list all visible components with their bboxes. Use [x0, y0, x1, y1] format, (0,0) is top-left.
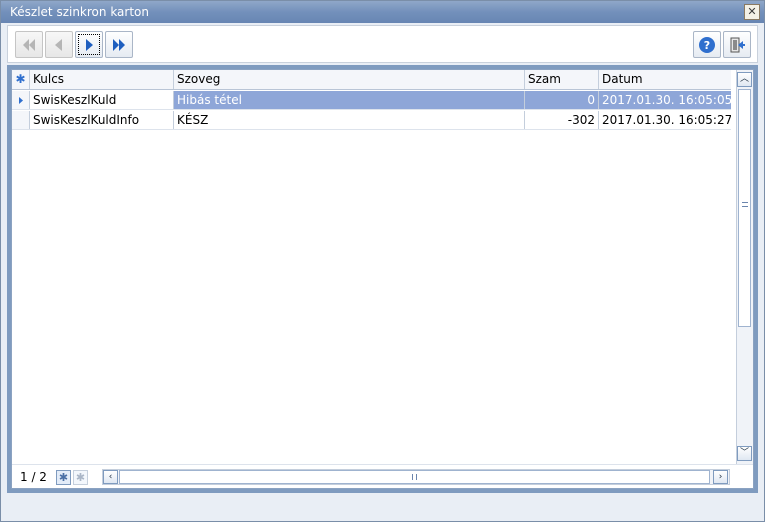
grid-header: ✱ Kulcs Szoveg Szam Datum — [12, 70, 731, 90]
vertical-scroll-thumb[interactable] — [738, 89, 751, 327]
next-record-button[interactable] — [75, 31, 103, 58]
grip-icon — [742, 202, 748, 207]
first-record-button[interactable] — [15, 31, 43, 58]
help-icon: ? — [699, 36, 715, 53]
grid-frame: ✱ Kulcs Szoveg Szam Datum SwisKeszlKuld … — [7, 65, 758, 493]
toolbar: ? — [7, 25, 758, 63]
table-row[interactable]: SwisKeszlKuldInfo KÉSZ -302 2017.01.30. … — [12, 111, 731, 130]
scroll-up-button[interactable]: ︿ — [737, 72, 752, 87]
window-title: Készlet szinkron karton — [10, 5, 149, 19]
horizontal-scrollbar[interactable]: ‹ › — [102, 469, 730, 485]
chevron-right-icon: › — [718, 472, 723, 482]
last-record-icon — [113, 38, 125, 51]
previous-record-button[interactable] — [45, 31, 73, 58]
column-header-datum[interactable]: Datum — [599, 70, 731, 89]
new-record-button[interactable]: ✱ — [56, 470, 71, 485]
cell-szoveg[interactable]: KÉSZ — [174, 111, 525, 129]
last-record-button[interactable] — [105, 31, 133, 58]
cell-datum[interactable]: 2017.01.30. 16:05:27 — [599, 111, 731, 129]
title-bar: Készlet szinkron karton — [1, 1, 764, 23]
column-header-szam[interactable]: Szam — [525, 70, 599, 89]
asterisk-icon: ✱ — [58, 471, 69, 484]
close-icon: ✕ — [747, 5, 757, 18]
svg-text:?: ? — [704, 39, 710, 52]
close-button[interactable]: ✕ — [744, 4, 760, 20]
select-all-icon[interactable]: ✱ — [12, 70, 30, 89]
scroll-down-button[interactable]: ﹀ — [737, 446, 752, 461]
cell-kulcs[interactable]: SwisKeszlKuldInfo — [30, 111, 174, 129]
column-header-kulcs[interactable]: Kulcs — [30, 70, 174, 89]
exit-icon — [730, 37, 745, 52]
help-button[interactable]: ? — [693, 31, 721, 58]
grid-footer: 1 / 2 ✱ ✱ ‹ › — [12, 464, 753, 488]
grip-icon — [412, 474, 417, 480]
cell-datum[interactable]: 2017.01.30. 16:05:05 — [599, 91, 731, 109]
cell-szam[interactable]: -302 — [525, 111, 599, 129]
scroll-left-button[interactable]: ‹ — [103, 470, 118, 484]
asterisk-icon: ✱ — [75, 471, 86, 484]
new-record-alt-button[interactable]: ✱ — [73, 470, 88, 485]
data-grid: ✱ Kulcs Szoveg Szam Datum SwisKeszlKuld … — [11, 69, 754, 489]
scroll-right-button[interactable]: › — [713, 470, 728, 484]
horizontal-scroll-thumb[interactable] — [119, 470, 710, 484]
first-record-icon — [23, 38, 35, 51]
chevron-down-icon: ﹀ — [739, 448, 749, 458]
previous-record-icon — [55, 38, 62, 51]
cell-szoveg[interactable]: Hibás tétel — [174, 91, 525, 109]
next-record-icon — [86, 38, 93, 51]
row-indicator — [12, 91, 30, 109]
chevron-up-icon: ︿ — [739, 74, 749, 84]
vertical-scrollbar[interactable]: ︿ ﹀ — [736, 70, 753, 464]
app-window: Készlet szinkron karton ✕ ? ✱ Kulcs Szov… — [0, 0, 765, 522]
exit-button[interactable] — [723, 31, 751, 58]
cell-kulcs[interactable]: SwisKeszlKuld — [30, 91, 174, 109]
cell-szam[interactable]: 0 — [525, 91, 599, 109]
table-row[interactable]: SwisKeszlKuld Hibás tétel 0 2017.01.30. … — [12, 91, 731, 110]
current-row-arrow-icon — [19, 97, 23, 104]
column-header-szoveg[interactable]: Szoveg — [174, 70, 525, 89]
row-indicator — [12, 111, 30, 129]
chevron-left-icon: ‹ — [108, 472, 113, 482]
record-position: 1 / 2 — [20, 470, 47, 484]
